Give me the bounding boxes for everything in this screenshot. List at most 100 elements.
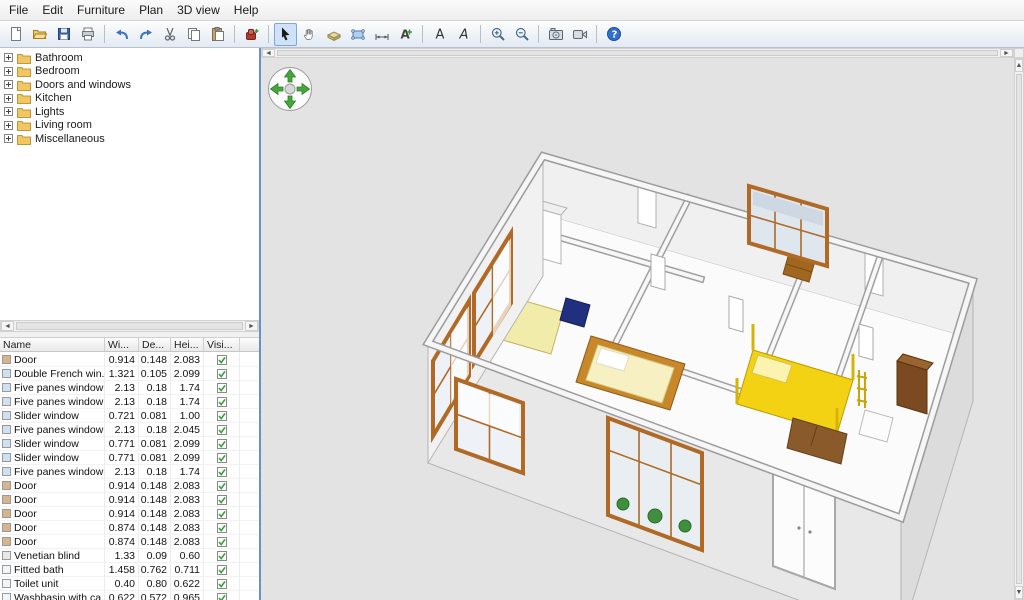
visibility-checkbox[interactable] [204, 353, 240, 366]
expand-plus-icon[interactable] [4, 80, 13, 89]
furniture-row-door[interactable]: Door0.9140.1482.083 [0, 507, 259, 521]
expand-plus-icon[interactable] [4, 134, 13, 143]
house-3d-model[interactable] [261, 58, 1014, 600]
scroll-track[interactable] [275, 49, 1000, 57]
menu-furniture[interactable]: Furniture [70, 1, 132, 20]
column-header-name[interactable]: Name [0, 338, 105, 351]
navigation-compass[interactable] [267, 66, 313, 112]
pan-button[interactable] [298, 23, 321, 46]
column-header-visible[interactable]: Visi... [204, 338, 240, 351]
add-text-button[interactable]: A [394, 23, 417, 46]
new-button[interactable] [4, 23, 27, 46]
tree-item-doors-and-windows[interactable]: Doors and windows [0, 78, 259, 92]
furniture-row-double-french-win[interactable]: Double French win...1.3210.1052.099 [0, 367, 259, 381]
visibility-checkbox[interactable] [204, 577, 240, 590]
select-button[interactable] [274, 23, 297, 46]
tree-item-living-room[interactable]: Living room [0, 119, 259, 133]
menu-help[interactable]: Help [227, 1, 266, 20]
scroll-thumb[interactable] [16, 322, 243, 330]
scroll-thumb[interactable] [277, 50, 998, 56]
visibility-checkbox[interactable] [204, 395, 240, 408]
column-header-width[interactable]: Wi... [105, 338, 139, 351]
view-3d-canvas[interactable] [261, 58, 1014, 600]
furniture-row-venetian-blind[interactable]: Venetian blind1.330.090.60 [0, 549, 259, 563]
copy-button[interactable] [182, 23, 205, 46]
tree-item-kitchen[interactable]: Kitchen [0, 92, 259, 106]
visibility-checkbox[interactable] [204, 591, 240, 600]
scroll-left-button[interactable]: ◄ [262, 49, 275, 57]
furniture-row-five-panes-window[interactable]: Five panes window2.130.181.74 [0, 395, 259, 409]
scroll-up-button[interactable]: ▲ [1015, 59, 1023, 72]
expand-plus-icon[interactable] [4, 107, 13, 116]
help-button[interactable]: ? [602, 23, 625, 46]
column-header-height[interactable]: Hei... [171, 338, 204, 351]
furniture-row-door[interactable]: Door0.9140.1482.083 [0, 493, 259, 507]
visibility-checkbox[interactable] [204, 479, 240, 492]
menu-plan[interactable]: Plan [132, 1, 170, 20]
visibility-checkbox[interactable] [204, 465, 240, 478]
visibility-checkbox[interactable] [204, 381, 240, 394]
scroll-thumb[interactable] [1016, 74, 1022, 584]
furniture-row-slider-window[interactable]: Slider window0.7210.0811.00 [0, 409, 259, 423]
tree-item-bathroom[interactable]: Bathroom [0, 51, 259, 65]
furniture-row-washbasin-with-ca[interactable]: Washbasin with ca...0.6220.5720.965 [0, 591, 259, 600]
visibility-checkbox[interactable] [204, 521, 240, 534]
add-furniture-button[interactable] [240, 23, 263, 46]
furniture-row-door[interactable]: Door0.8740.1482.083 [0, 521, 259, 535]
visibility-checkbox[interactable] [204, 493, 240, 506]
visibility-checkbox[interactable] [204, 423, 240, 436]
text-style-italic-button[interactable]: A [452, 23, 475, 46]
scroll-down-button[interactable]: ▼ [1015, 586, 1023, 599]
save-button[interactable] [52, 23, 75, 46]
zoom-in-button[interactable] [486, 23, 509, 46]
visibility-checkbox[interactable] [204, 409, 240, 422]
create-walls-button[interactable] [322, 23, 345, 46]
zoom-out-button[interactable] [510, 23, 533, 46]
create-photo-button[interactable] [544, 23, 567, 46]
redo-button[interactable] [134, 23, 157, 46]
scroll-left-button[interactable]: ◄ [1, 321, 14, 331]
visibility-checkbox[interactable] [204, 437, 240, 450]
cut-button[interactable] [158, 23, 181, 46]
tree-item-lights[interactable]: Lights [0, 105, 259, 119]
visibility-checkbox[interactable] [204, 535, 240, 548]
paste-button[interactable] [206, 23, 229, 46]
furniture-row-slider-window[interactable]: Slider window0.7710.0812.099 [0, 437, 259, 451]
text-style-button[interactable]: A [428, 23, 451, 46]
visibility-checkbox[interactable] [204, 563, 240, 576]
furniture-row-fitted-bath[interactable]: Fitted bath1.4580.7620.711 [0, 563, 259, 577]
create-rooms-button[interactable] [346, 23, 369, 46]
visibility-checkbox[interactable] [204, 451, 240, 464]
view3d-h-scrollbar[interactable]: ◄► [261, 48, 1014, 58]
furniture-row-slider-window[interactable]: Slider window0.7710.0812.099 [0, 451, 259, 465]
catalog-h-scrollbar[interactable]: ◄► [0, 320, 259, 332]
tree-item-miscellaneous[interactable]: Miscellaneous [0, 132, 259, 146]
menu-edit[interactable]: Edit [35, 1, 70, 20]
open-button[interactable] [28, 23, 51, 46]
expand-plus-icon[interactable] [4, 67, 13, 76]
column-header-depth[interactable]: De... [139, 338, 171, 351]
tree-item-bedroom[interactable]: Bedroom [0, 65, 259, 79]
furniture-row-door[interactable]: Door0.9140.1482.083 [0, 353, 259, 367]
expand-plus-icon[interactable] [4, 94, 13, 103]
scroll-right-button[interactable]: ► [245, 321, 258, 331]
scroll-right-button[interactable]: ► [1000, 49, 1013, 57]
visibility-checkbox[interactable] [204, 549, 240, 562]
visibility-checkbox[interactable] [204, 367, 240, 380]
furniture-row-five-panes-window[interactable]: Five panes window2.130.181.74 [0, 381, 259, 395]
expand-plus-icon[interactable] [4, 121, 13, 130]
furniture-row-five-panes-window[interactable]: Five panes window2.130.181.74 [0, 465, 259, 479]
compass-center[interactable] [285, 84, 295, 94]
create-video-button[interactable] [568, 23, 591, 46]
view3d-v-scrollbar[interactable]: ▲▼ [1014, 58, 1024, 600]
menu-3d-view[interactable]: 3D view [170, 1, 227, 20]
visibility-checkbox[interactable] [204, 507, 240, 520]
expand-plus-icon[interactable] [4, 53, 13, 62]
create-dimensions-button[interactable] [370, 23, 393, 46]
scroll-track[interactable] [1015, 72, 1023, 586]
furniture-row-door[interactable]: Door0.8740.1482.083 [0, 535, 259, 549]
furniture-row-five-panes-window[interactable]: Five panes window2.130.182.045 [0, 423, 259, 437]
scroll-track[interactable] [14, 321, 245, 331]
print-button[interactable] [76, 23, 99, 46]
menu-file[interactable]: File [2, 1, 35, 20]
